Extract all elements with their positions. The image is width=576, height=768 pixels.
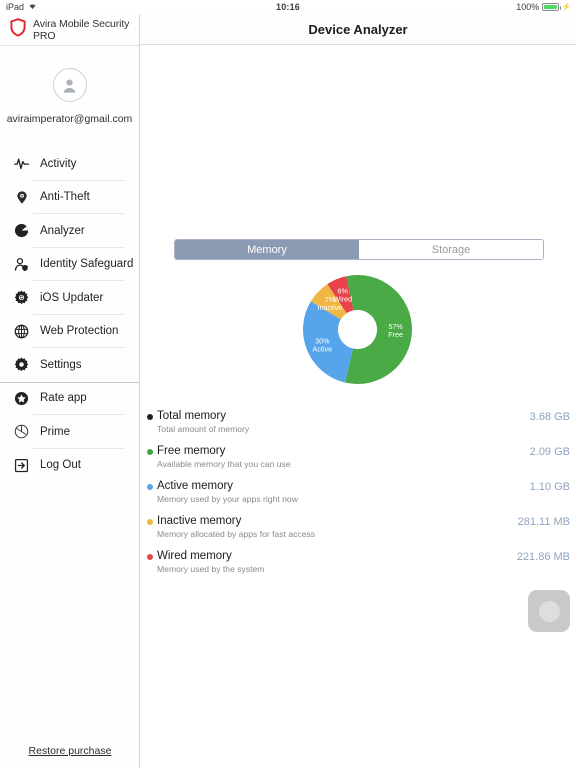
sidebar-item-activity[interactable]: Activity <box>0 147 139 181</box>
color-dot <box>147 414 153 420</box>
restore-purchase-label: Restore purchase <box>28 745 112 757</box>
memory-row: Inactive memory Memory allocated by apps … <box>140 512 576 547</box>
memory-row: Free memory Available memory that you can… <box>140 442 576 477</box>
sidebar-item-prime[interactable]: Prime <box>0 415 139 449</box>
sidebar-item-settings[interactable]: Settings <box>0 348 139 382</box>
sidebar-item-anti-theft[interactable]: Anti-Theft <box>0 181 139 215</box>
memory-row-subtitle: Available memory that you can use <box>157 459 291 469</box>
pie-chart-icon <box>14 223 29 238</box>
account-email: aviraimperator@gmail.com <box>6 113 133 125</box>
memory-row-title: Total memory <box>157 410 227 422</box>
refresh-circle-icon <box>538 600 560 622</box>
logout-arrow-icon <box>14 458 29 473</box>
sidebar-item-label: Anti-Theft <box>40 191 90 204</box>
memory-row-subtitle: Total amount of memory <box>157 424 250 434</box>
location-pin-icon <box>14 190 29 205</box>
avatar[interactable] <box>52 68 87 102</box>
color-dot <box>147 519 153 525</box>
sidebar-item-identity-safeguard[interactable]: Identity Safeguard <box>0 248 139 282</box>
sidebar-item-label: Activity <box>40 157 77 170</box>
donut-label-free: 57% Free <box>388 322 403 339</box>
user-avatar-icon <box>63 78 76 93</box>
prime-clock-icon <box>14 424 29 439</box>
gear-refresh-icon <box>14 290 29 305</box>
color-dot <box>147 554 153 560</box>
sidebar-item-label: Web Protection <box>40 325 119 338</box>
memory-row-subtitle: Memory allocated by apps for fast access <box>157 529 316 539</box>
gear-icon <box>14 357 29 372</box>
donut-svg: 57% Free30% Active7% Inactive6% Wired <box>303 275 412 384</box>
app-root: iPad 10:16 100% ⚡ Avira Mobile Security … <box>0 0 576 768</box>
sidebar-item-rate-app[interactable]: Rate app <box>0 381 139 416</box>
memory-row-value: 221.86 MB <box>516 551 570 563</box>
avatar-container <box>0 68 139 102</box>
page-title: Device Analyzer <box>308 21 408 37</box>
nav-bar: Device Analyzer <box>140 14 576 45</box>
status-bar-clock: 10:16 <box>275 2 301 12</box>
segmented-control[interactable]: Memory Storage <box>174 239 544 260</box>
memory-row-value: 1.10 GB <box>529 481 570 493</box>
sidebar-item-web-protection[interactable]: Web Protection <box>0 315 139 349</box>
memory-row-value: 2.09 GB <box>529 446 570 458</box>
memory-row-subtitle: Memory used by your apps right now <box>157 494 298 504</box>
memory-row-title: Wired memory <box>157 550 232 562</box>
sidebar-item-label: Analyzer <box>40 224 85 237</box>
star-circle-icon <box>14 391 29 406</box>
memory-row-value: 281.11 MB <box>517 516 570 528</box>
status-bar: iPad 10:16 100% ⚡ <box>0 0 576 14</box>
sidebar-item-label: Rate app <box>40 392 87 405</box>
color-dot <box>147 449 153 455</box>
globe-icon <box>14 324 29 339</box>
battery-icon <box>542 3 562 11</box>
tab-memory[interactable]: Memory <box>175 240 359 259</box>
person-shield-icon <box>14 257 29 272</box>
color-dot <box>147 484 153 490</box>
memory-donut-chart: 57% Free 30% Active 7% Inactive 6% Wired <box>303 275 412 384</box>
pulse-icon <box>14 156 29 171</box>
brand-label: Avira Mobile Security PRO <box>33 17 130 42</box>
sidebar-item-ios-updater[interactable]: iOS Updater <box>0 281 139 315</box>
sidebar-item-label: Prime <box>40 425 71 438</box>
battery-percent-label: 100% <box>516 2 540 12</box>
refresh-button[interactable] <box>528 590 570 632</box>
sidebar-item-label: iOS Updater <box>40 291 104 304</box>
sidebar-item-label: Log Out <box>40 459 81 472</box>
sidebar-item-label: Identity Safeguard <box>40 258 134 271</box>
memory-row: Active memory Memory used by your apps ri… <box>140 477 576 512</box>
charging-bolt-icon: ⚡ <box>562 4 571 11</box>
memory-row-title: Free memory <box>157 445 226 457</box>
sidebar: Avira Mobile Security PRO aviraimperator… <box>0 14 140 768</box>
status-bar-right: 100% ⚡ <box>516 2 571 12</box>
sidebar-item-label: Settings <box>40 358 82 371</box>
sidebar-item-analyzer[interactable]: Analyzer <box>0 214 139 248</box>
memory-row: Wired memory Memory used by the system 221… <box>140 547 576 582</box>
memory-row-value: 3.68 GB <box>529 411 570 423</box>
memory-row: Total memory Total amount of memory 3.68 G… <box>140 407 576 442</box>
memory-row-title: Active memory <box>157 480 234 492</box>
memory-row-title: Inactive memory <box>157 515 242 527</box>
donut-hole <box>337 309 378 350</box>
memory-row-subtitle: Memory used by the system <box>157 564 265 574</box>
brand-header: Avira Mobile Security PRO <box>0 14 139 46</box>
main-content: Device Analyzer Memory Storage 57% Free 30… <box>140 14 576 768</box>
sidebar-menu: Activity Anti-Theft Analyzer Identity Sa… <box>0 147 139 482</box>
avira-shield-icon <box>10 17 26 42</box>
memory-list: Total memory Total amount of memory 3.68 G… <box>140 407 576 582</box>
restore-purchase-link[interactable]: Restore purchase <box>0 741 140 759</box>
donut-label-active: 30% Active <box>313 336 333 353</box>
tab-storage[interactable]: Storage <box>359 240 543 259</box>
sidebar-item-log-out[interactable]: Log Out <box>0 449 139 483</box>
